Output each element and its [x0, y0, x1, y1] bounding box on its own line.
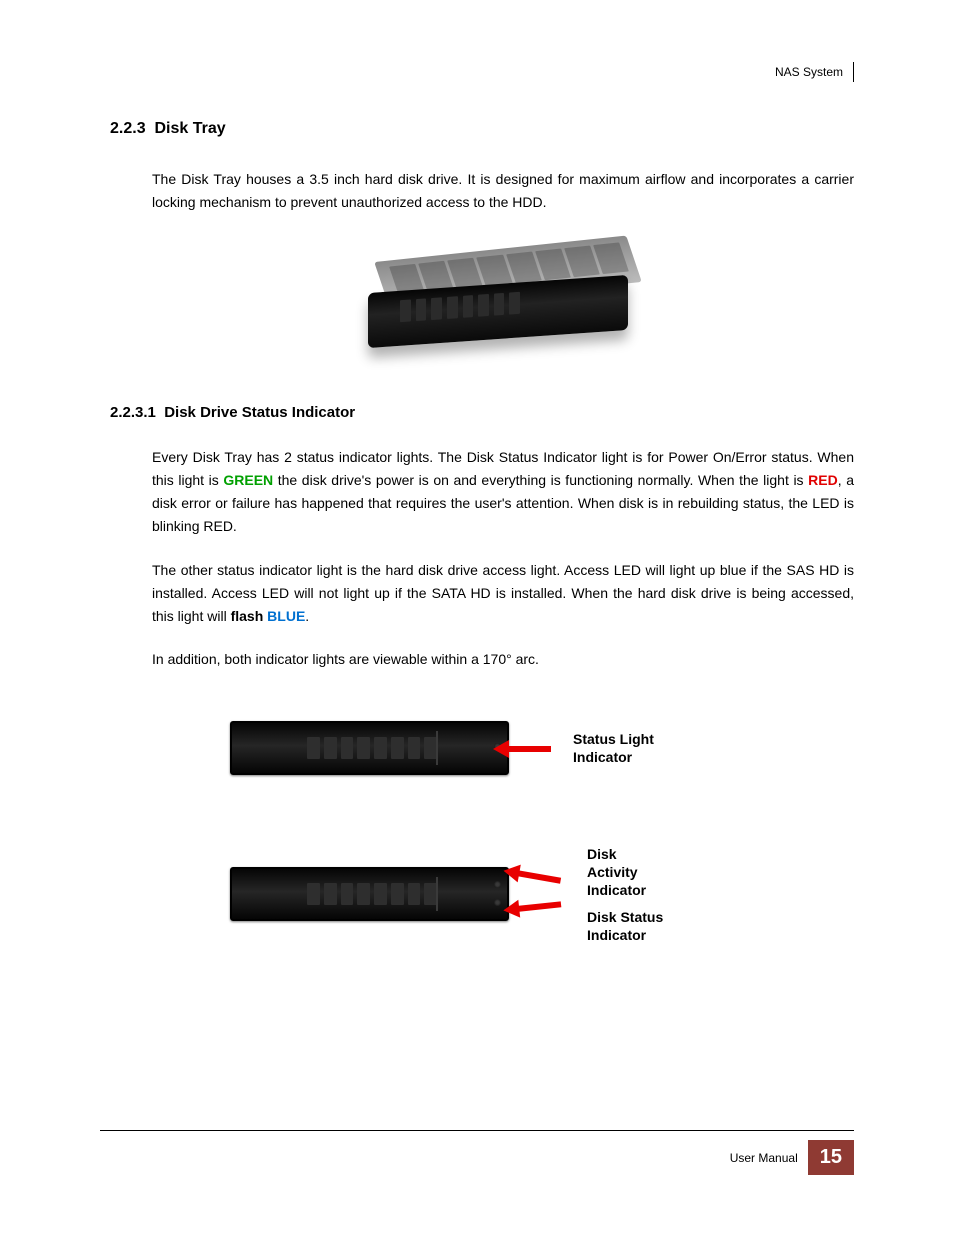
- section-title: Disk Drive Status Indicator: [164, 404, 355, 421]
- disk-tray-front-panel: [230, 721, 509, 775]
- callout-line: Activity: [587, 863, 663, 881]
- footer-rule: [100, 1130, 854, 1131]
- section-title: Disk Tray: [154, 120, 225, 137]
- arrow-icon: [514, 865, 576, 889]
- text-red: RED: [808, 472, 838, 488]
- callout-line: Status Light: [573, 730, 654, 748]
- disk-tray-front-panel: [230, 867, 509, 921]
- page-number: 15: [808, 1140, 854, 1175]
- paragraph: Every Disk Tray has 2 status indicator l…: [152, 446, 854, 538]
- front-panel-figures: Status Light Indicator Disk Activity: [230, 721, 854, 944]
- callout-line: Indicator: [587, 926, 663, 944]
- footer-label: User Manual: [730, 1151, 798, 1165]
- panel-row-2: Disk Activity Indicator Disk Status Indi…: [230, 845, 854, 944]
- body-block-2: Every Disk Tray has 2 status indicator l…: [152, 446, 854, 671]
- panel-row-1: Status Light Indicator: [230, 721, 854, 775]
- footer: User Manual 15: [730, 1140, 854, 1175]
- paragraph: The Disk Tray houses a 3.5 inch hard dis…: [152, 168, 854, 214]
- callout-disk-status: Disk Status Indicator: [587, 908, 663, 944]
- paragraph: The other status indicator light is the …: [152, 559, 854, 628]
- activity-led-icon: [494, 881, 501, 888]
- text-green: GREEN: [223, 472, 273, 488]
- header-doc-title: NAS System: [775, 62, 854, 82]
- callout-line: Disk: [587, 845, 663, 863]
- section-heading-223: 2.2.3 Disk Tray: [110, 120, 854, 138]
- arrow-icon: [505, 741, 565, 755]
- callout-status-light: Status Light Indicator: [573, 730, 654, 766]
- panel-handle: [436, 731, 468, 765]
- panel-vents: [307, 737, 437, 759]
- callout-line: Indicator: [573, 748, 654, 766]
- disk-tray-illustration: [338, 234, 668, 364]
- section-heading-2231: 2.2.3.1 Disk Drive Status Indicator: [110, 404, 854, 421]
- text: the disk drive's power is on and everyth…: [273, 472, 808, 488]
- callout-disk-activity: Disk Activity Indicator: [587, 845, 663, 900]
- text-bold: flash: [231, 608, 268, 624]
- arrow-group: [509, 864, 579, 924]
- panel-vents: [307, 883, 437, 905]
- panel-handle: [436, 877, 468, 911]
- callout-group: Disk Activity Indicator Disk Status Indi…: [587, 845, 663, 944]
- paragraph: In addition, both indicator lights are v…: [152, 648, 854, 671]
- page: NAS System 2.2.3 Disk Tray The Disk Tray…: [0, 0, 954, 1235]
- text: .: [305, 608, 309, 624]
- callout-line: Disk Status: [587, 908, 663, 926]
- status-led-icon: [494, 899, 501, 906]
- arrow-icon: [514, 895, 575, 915]
- section-number: 2.2.3: [110, 120, 146, 137]
- section-number: 2.2.3.1: [110, 404, 156, 421]
- callout-line: Indicator: [587, 881, 663, 899]
- body-block-1: The Disk Tray houses a 3.5 inch hard dis…: [152, 168, 854, 364]
- text-blue: BLUE: [267, 608, 305, 624]
